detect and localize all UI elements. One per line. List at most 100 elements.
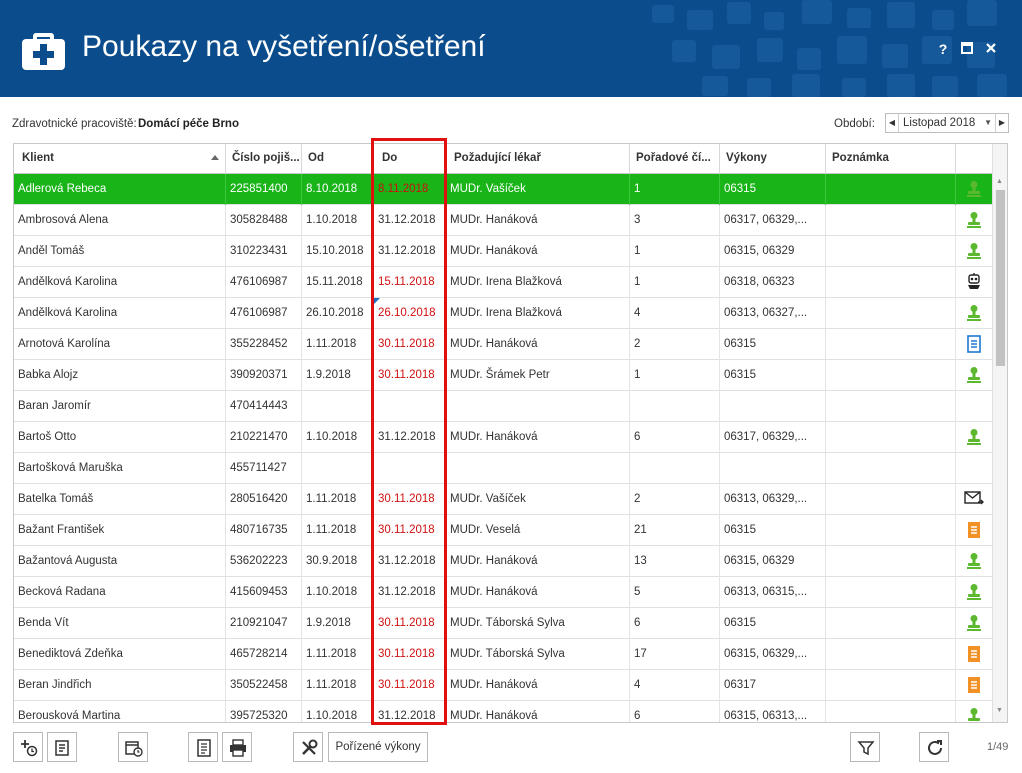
column-header-vykony[interactable]: Výkony [720,144,826,174]
print-button[interactable] [222,732,252,762]
chevron-down-icon[interactable]: ▼ [984,114,992,132]
help-button[interactable]: ? [934,40,952,58]
person-stamp-icon[interactable] [956,360,992,391]
scrollbar-thumb[interactable] [996,190,1005,366]
cell-vykony: 06315 [720,174,826,205]
cell-poradi: 13 [630,546,720,577]
person-stamp-icon[interactable] [956,205,992,236]
column-header-od[interactable]: Od [302,144,372,174]
cell-lekar: MUDr. Táborská Sylva [446,639,630,670]
person-stamp-icon[interactable] [956,546,992,577]
period-next-button[interactable]: ▶ [995,114,1008,132]
envelope-icon[interactable] [956,484,992,515]
table-row[interactable]: Baran Jaromír 470414443 [14,391,992,422]
person-stamp-icon[interactable] [956,174,992,205]
cell-od: 1.9.2018 [302,608,372,639]
column-header-poradi[interactable]: Pořadové čí... [630,144,720,174]
table-row[interactable]: Bažant František 480716735 1.11.2018 30.11.… [14,515,992,546]
robot-icon[interactable] [956,267,992,298]
cell-od: 1.9.2018 [302,360,372,391]
column-header-lekar[interactable]: Požadující lékař [446,144,630,174]
person-stamp-icon[interactable] [956,298,992,329]
cell-lekar: MUDr. Veselá [446,515,630,546]
cell-lekar: MUDr. Hanáková [446,422,630,453]
orange-document-icon[interactable] [956,670,992,701]
document-button[interactable] [188,732,218,762]
cell-klient: Bažantová Augusta [14,546,226,577]
person-stamp-icon[interactable] [956,608,992,639]
scroll-down-icon[interactable]: ▼ [996,707,1003,714]
cell-vykony: 06317, 06329,... [720,205,826,236]
table-row[interactable]: Benediktová Zdeňka 465728214 1.11.2018 30.1… [14,639,992,670]
cell-poradi: 6 [630,422,720,453]
cell-lekar [446,453,630,484]
cell-vykony: 06313, 06315,... [720,577,826,608]
person-stamp-icon[interactable] [956,701,992,722]
orange-document-icon[interactable] [956,515,992,546]
table-row[interactable]: Berousková Martina 395725320 1.10.2018 31.1… [14,701,992,722]
column-header-klient[interactable]: Klient [14,144,226,174]
history-button[interactable] [118,732,148,762]
close-button[interactable] [982,40,1000,58]
cell-cislo: 465728214 [226,639,302,670]
person-stamp-icon[interactable] [956,422,992,453]
period-prev-button[interactable]: ◀ [886,114,899,132]
table-row[interactable]: Arnotová Karolína 355228452 1.11.2018 30.11… [14,329,992,360]
table-row[interactable]: Batelka Tomáš 280516420 1.11.2018 30.11.201… [14,484,992,515]
table-row[interactable]: Beran Jindřich 350522458 1.11.2018 30.11.20… [14,670,992,701]
table-row[interactable]: Andělková Karolina 476106987 15.11.2018 15.… [14,267,992,298]
filter-button[interactable] [850,732,880,762]
cell-od: 1.10.2018 [302,422,372,453]
table-row[interactable]: Babka Alojz 390920371 1.9.2018 30.11.2018 MU… [14,360,992,391]
cell-lekar: MUDr. Hanáková [446,577,630,608]
cell-klient: Ambrosová Alena [14,205,226,236]
table-row[interactable]: Andělková Karolina 476106987 26.10.2018 26.… [14,298,992,329]
cell-cislo: 415609453 [226,577,302,608]
cell-od [302,391,372,422]
cell-poradi: 21 [630,515,720,546]
edit-list-button[interactable] [47,732,77,762]
cell-poznamka [826,391,956,422]
cell-cislo: 225851400 [226,174,302,205]
cell-vykony: 06318, 06323 [720,267,826,298]
cell-cislo: 305828488 [226,205,302,236]
cell-vykony: 06313, 06327,... [720,298,826,329]
person-stamp-icon[interactable] [956,577,992,608]
cell-lekar: MUDr. Vašíček [446,484,630,515]
empty-icon-cell [956,391,992,422]
cell-klient: Baran Jaromír [14,391,226,422]
table-row[interactable]: Bartoš Otto 210221470 1.10.2018 31.12.2018 M… [14,422,992,453]
table-row[interactable]: Adlerová Rebeca 225851400 8.10.2018 8.11.20… [14,174,992,205]
maximize-button[interactable] [958,40,976,58]
column-highlight-box [371,138,447,725]
table-row[interactable]: Anděl Tomáš 310223431 15.10.2018 31.12.2018… [14,236,992,267]
tools-button[interactable] [293,732,323,762]
cell-vykony: 06315 [720,329,826,360]
cell-poradi: 6 [630,608,720,639]
column-header-poznamka[interactable]: Poznámka [826,144,956,174]
cell-lekar: MUDr. Vašíček [446,174,630,205]
scroll-up-icon[interactable]: ▲ [996,178,1003,185]
referrals-table: Klient Číslo pojiš... Od Do Požadující l… [13,143,1008,723]
table-row[interactable]: Becková Radana 415609453 1.10.2018 31.12.20… [14,577,992,608]
cell-lekar: MUDr. Hanáková [446,546,630,577]
recorded-procedures-button[interactable]: Pořízené výkony [328,732,428,762]
cell-od: 1.11.2018 [302,484,372,515]
period-selector[interactable]: ◀ Listopad 2018 ▼ ▶ [885,113,1009,133]
refresh-button[interactable] [919,732,949,762]
blue-document-icon[interactable] [956,329,992,360]
column-header-cislo[interactable]: Číslo pojiš... [226,144,302,174]
cell-poradi: 2 [630,484,720,515]
table-row[interactable]: Bartošková Maruška 455711427 [14,453,992,484]
cell-klient: Batelka Tomáš [14,484,226,515]
table-row[interactable]: Ambrosová Alena 305828488 1.10.2018 31.12.2… [14,205,992,236]
vertical-scrollbar[interactable]: ▲ ▼ [992,144,1007,722]
add-referral-button[interactable] [13,732,43,762]
person-stamp-icon[interactable] [956,236,992,267]
cell-cislo: 210921047 [226,608,302,639]
orange-document-icon[interactable] [956,639,992,670]
table-row[interactable]: Bažantová Augusta 536202223 30.9.2018 31.12… [14,546,992,577]
table-row[interactable]: Benda Vít 210921047 1.9.2018 30.11.2018 MUDr… [14,608,992,639]
empty-icon-cell [956,453,992,484]
cell-vykony: 06315, 06329 [720,546,826,577]
